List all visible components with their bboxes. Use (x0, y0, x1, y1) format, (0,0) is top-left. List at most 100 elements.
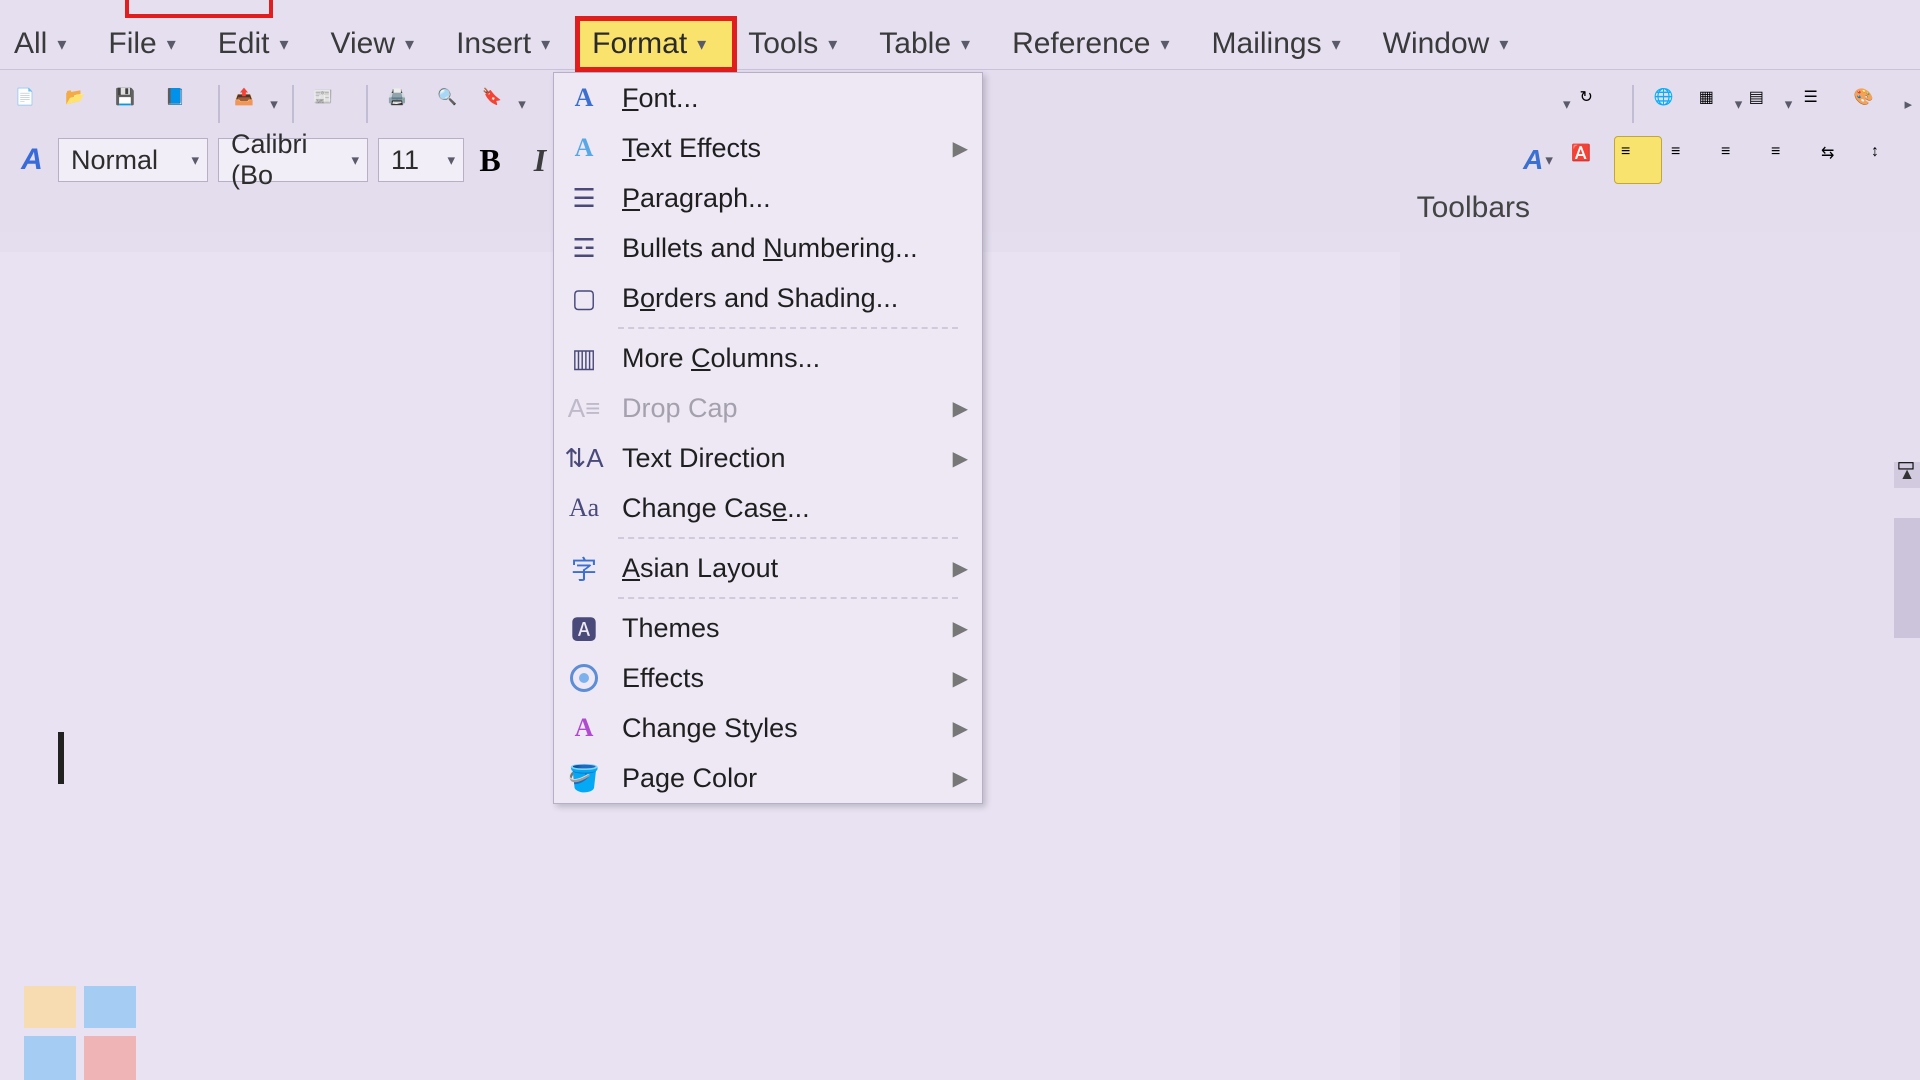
menu-borders-shading[interactable]: ▢ Borders and Shading... (554, 273, 982, 323)
title-highlight (125, 0, 273, 18)
menu-change-case[interactable]: Aa Change Case... (554, 483, 982, 533)
menu-item-label: Themes (622, 613, 953, 644)
menu-format[interactable]: Format▾ (578, 19, 734, 69)
menu-item-label: Page Color (622, 763, 953, 794)
style-gallery-button[interactable]: 🎨 (1846, 80, 1894, 128)
indent-button[interactable]: ⇆ (1814, 136, 1862, 184)
submenu-arrow-icon: ▶ (953, 136, 968, 161)
grid-button[interactable]: ▦▾ (1696, 80, 1744, 128)
border-icon: ▢ (564, 283, 604, 314)
themes-icon: 🅰 (564, 610, 604, 647)
font-size-select[interactable]: 11▾ (378, 138, 464, 182)
menu-tools[interactable]: Tools▾ (734, 19, 865, 69)
vertical-scrollbar[interactable]: ▭ ▲ (1894, 462, 1920, 1080)
effects-icon (564, 664, 604, 692)
menu-item-label: Text Direction (622, 443, 953, 474)
drop-cap-icon: A≡ (564, 393, 604, 424)
menu-item-label: Change Case... (622, 493, 968, 524)
export-button[interactable]: 📤▾ (232, 80, 280, 128)
menu-insert[interactable]: Insert▾ (442, 19, 578, 69)
menu-view[interactable]: View▾ (317, 19, 443, 69)
print-preview-button[interactable]: 📰 (306, 80, 354, 128)
open-button[interactable]: 📂 (58, 80, 106, 128)
scrollbar-options-icon[interactable]: ▭ (1894, 452, 1918, 476)
change-case-icon: Aa (564, 493, 604, 523)
menu-mailings[interactable]: Mailings▾ (1198, 19, 1369, 69)
insert-table-button[interactable]: ▤▾ (1746, 80, 1794, 128)
menu-separator (618, 537, 958, 539)
menu-effects[interactable]: Effects ▶ (554, 653, 982, 703)
submenu-arrow-icon: ▶ (953, 666, 968, 691)
swatch-blue (84, 986, 136, 1028)
menu-change-styles[interactable]: A Change Styles ▶ (554, 703, 982, 753)
menu-separator (618, 327, 958, 329)
align-justify-button[interactable]: ≡ (1764, 136, 1812, 184)
overflow-icon[interactable]: ▸ (1904, 95, 1912, 113)
font-size-value: 11 (391, 145, 419, 176)
font-select[interactable]: Calibri (Bo▾ (218, 138, 368, 182)
menu-page-color[interactable]: 🪣 Page Color ▶ (554, 753, 982, 803)
menu-item-label: Text Effects (622, 133, 953, 164)
find-button[interactable]: 🔍 (430, 80, 478, 128)
change-styles-icon: A (564, 713, 604, 743)
menu-separator (618, 597, 958, 599)
menu-all[interactable]: All▾ (0, 19, 94, 69)
menu-table[interactable]: Table▾ (865, 19, 998, 69)
swatch-blue-2 (24, 1036, 76, 1080)
text-cursor (58, 732, 64, 784)
menu-edit[interactable]: Edit▾ (204, 19, 317, 69)
menu-item-label: Effects (622, 663, 953, 694)
align-right-button[interactable]: ≡ (1714, 136, 1762, 184)
menu-item-label: Paragraph... (622, 183, 968, 214)
submenu-arrow-icon: ▶ (953, 716, 968, 741)
char-shading-button[interactable]: 🅰️ (1564, 136, 1612, 184)
save-button[interactable]: 💾 (108, 80, 156, 128)
bold-button[interactable]: B (466, 136, 514, 184)
font-icon: A (564, 83, 604, 113)
bookmark-button[interactable]: 🔖▾ (480, 80, 528, 128)
align-left-button[interactable]: ≡ (1614, 136, 1662, 184)
print-button[interactable]: 🖨️ (380, 80, 428, 128)
paragraph-icon: ☰ (564, 183, 604, 214)
menu-item-label: Bullets and Numbering... (622, 233, 968, 264)
menu-text-direction[interactable]: ⇅A Text Direction ▶ (554, 433, 982, 483)
doc-convert-button[interactable]: 📘 (158, 80, 206, 128)
color-swatches (24, 986, 136, 1080)
menu-item-label: Change Styles (622, 713, 953, 744)
menu-font[interactable]: A Font... (554, 73, 982, 123)
align-center-button[interactable]: ≡ (1664, 136, 1712, 184)
menu-window[interactable]: Window▾ (1369, 19, 1537, 69)
text-effect-button[interactable]: A (8, 136, 56, 184)
scroll-thumb[interactable] (1894, 518, 1920, 638)
submenu-arrow-icon: ▶ (953, 396, 968, 421)
menu-bullets-numbering[interactable]: ☲ Bullets and Numbering... (554, 223, 982, 273)
dropdown-caret[interactable]: ▾ (1563, 95, 1571, 113)
text-direction-icon: ⇅A (564, 443, 604, 474)
clear-format-button[interactable]: A▾ (1514, 136, 1562, 184)
submenu-arrow-icon: ▶ (953, 766, 968, 791)
redo-button[interactable]: ↻ (1572, 80, 1620, 128)
separator (218, 85, 220, 123)
style-select-value: Normal (71, 145, 158, 176)
menu-file[interactable]: File▾ (94, 19, 203, 69)
menu-more-columns[interactable]: ▥ More Columns... (554, 333, 982, 383)
line-spacing-button[interactable]: ↕ (1864, 136, 1912, 184)
menu-asian-layout[interactable]: 字 Asian Layout ▶ (554, 543, 982, 593)
style-select[interactable]: Normal▾ (58, 138, 208, 182)
menu-text-effects[interactable]: A Text Effects ▶ (554, 123, 982, 173)
menu-themes[interactable]: 🅰 Themes ▶ (554, 603, 982, 653)
menu-drop-cap: A≡ Drop Cap ▶ (554, 383, 982, 433)
swatch-tan (24, 986, 76, 1028)
columns-button[interactable]: ☰ (1796, 80, 1844, 128)
menu-reference[interactable]: Reference▾ (998, 19, 1197, 69)
hyperlink-button[interactable]: 🌐 (1646, 80, 1694, 128)
menu-paragraph[interactable]: ☰ Paragraph... (554, 173, 982, 223)
paint-bucket-icon: 🪣 (564, 763, 604, 794)
format-dropdown: A Font... A Text Effects ▶ ☰ Paragraph..… (553, 72, 983, 804)
menu-item-label: Drop Cap (622, 393, 953, 424)
new-doc-button[interactable]: 📄 (8, 80, 56, 128)
list-icon: ☲ (564, 233, 604, 264)
submenu-arrow-icon: ▶ (953, 446, 968, 471)
menu-bar: All▾ File▾ Edit▾ View▾ Insert▾ Format▾ T… (0, 0, 1920, 70)
submenu-arrow-icon: ▶ (953, 556, 968, 581)
